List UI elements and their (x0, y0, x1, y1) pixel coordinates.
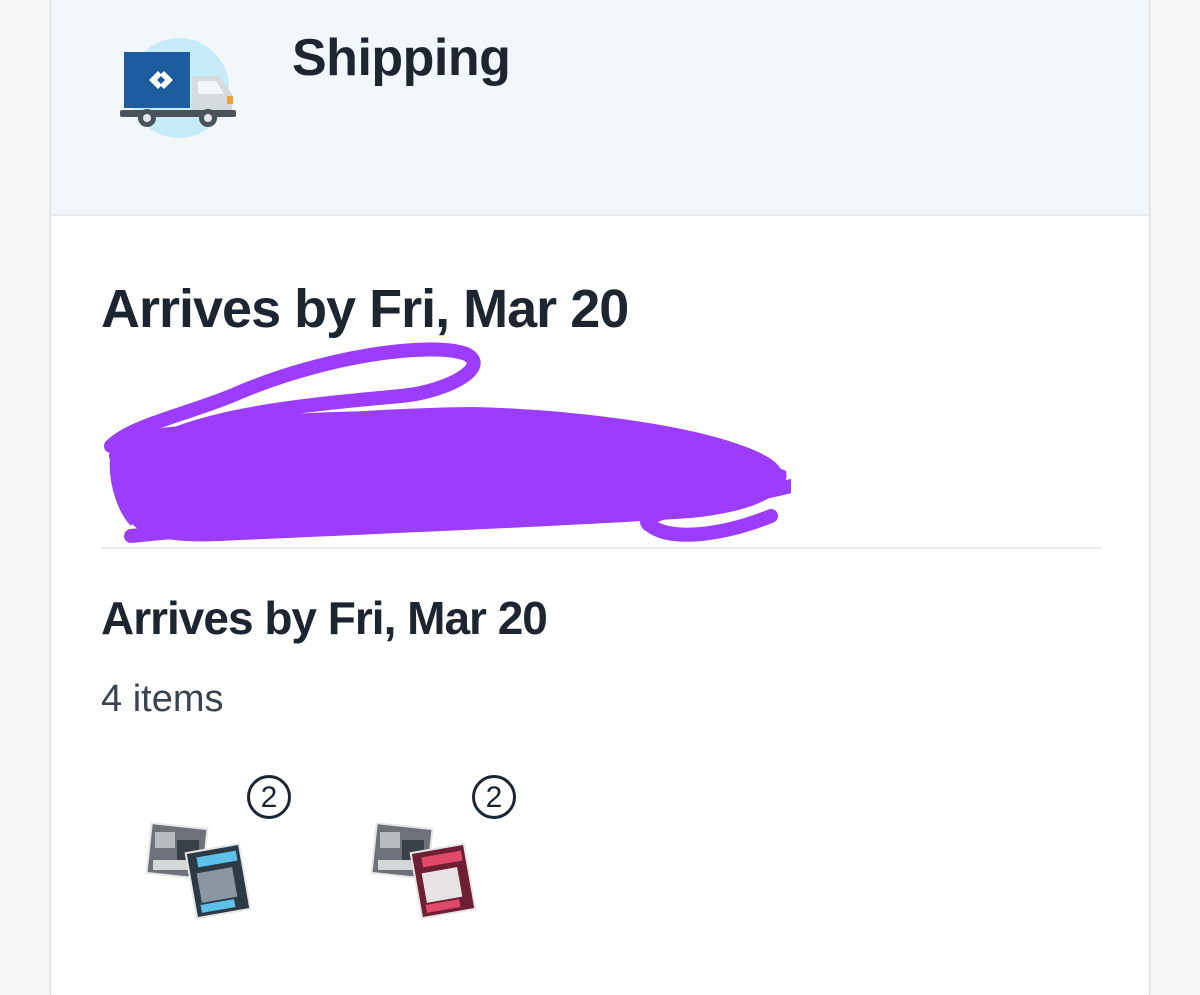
quantity-badge: 2 (472, 775, 516, 819)
shipping-card: Shipping Arrives by Fri, Mar 20 Arrives … (50, 0, 1150, 995)
product-image (145, 822, 252, 920)
section-divider (101, 547, 1101, 549)
delivery-truck-icon (120, 38, 236, 138)
package-arrival-title: Arrives by Fri, Mar 20 (101, 592, 548, 644)
shipping-header: Shipping (51, 0, 1149, 216)
items-count: 4 items (101, 678, 224, 720)
redaction-scribble (104, 342, 791, 543)
shipment-arrival-title: Arrives by Fri, Mar 20 (101, 279, 629, 339)
product-item[interactable]: 2 (141, 775, 291, 925)
quantity-badge: 2 (247, 775, 291, 819)
header-title: Shipping (292, 29, 511, 87)
product-image (370, 822, 477, 920)
product-item[interactable]: 2 (366, 775, 516, 925)
